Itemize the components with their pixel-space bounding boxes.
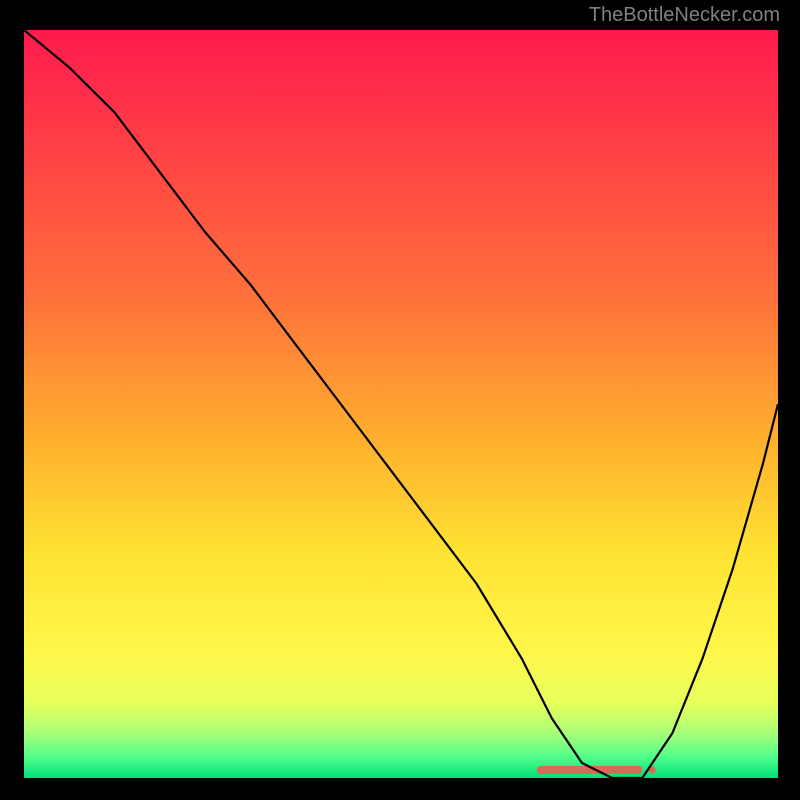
watermark-text: TheBottleNecker.com [589, 4, 780, 27]
chart-container: TheBottleNecker.com [0, 0, 800, 800]
plot-area [24, 30, 778, 778]
chart-svg [24, 30, 778, 778]
